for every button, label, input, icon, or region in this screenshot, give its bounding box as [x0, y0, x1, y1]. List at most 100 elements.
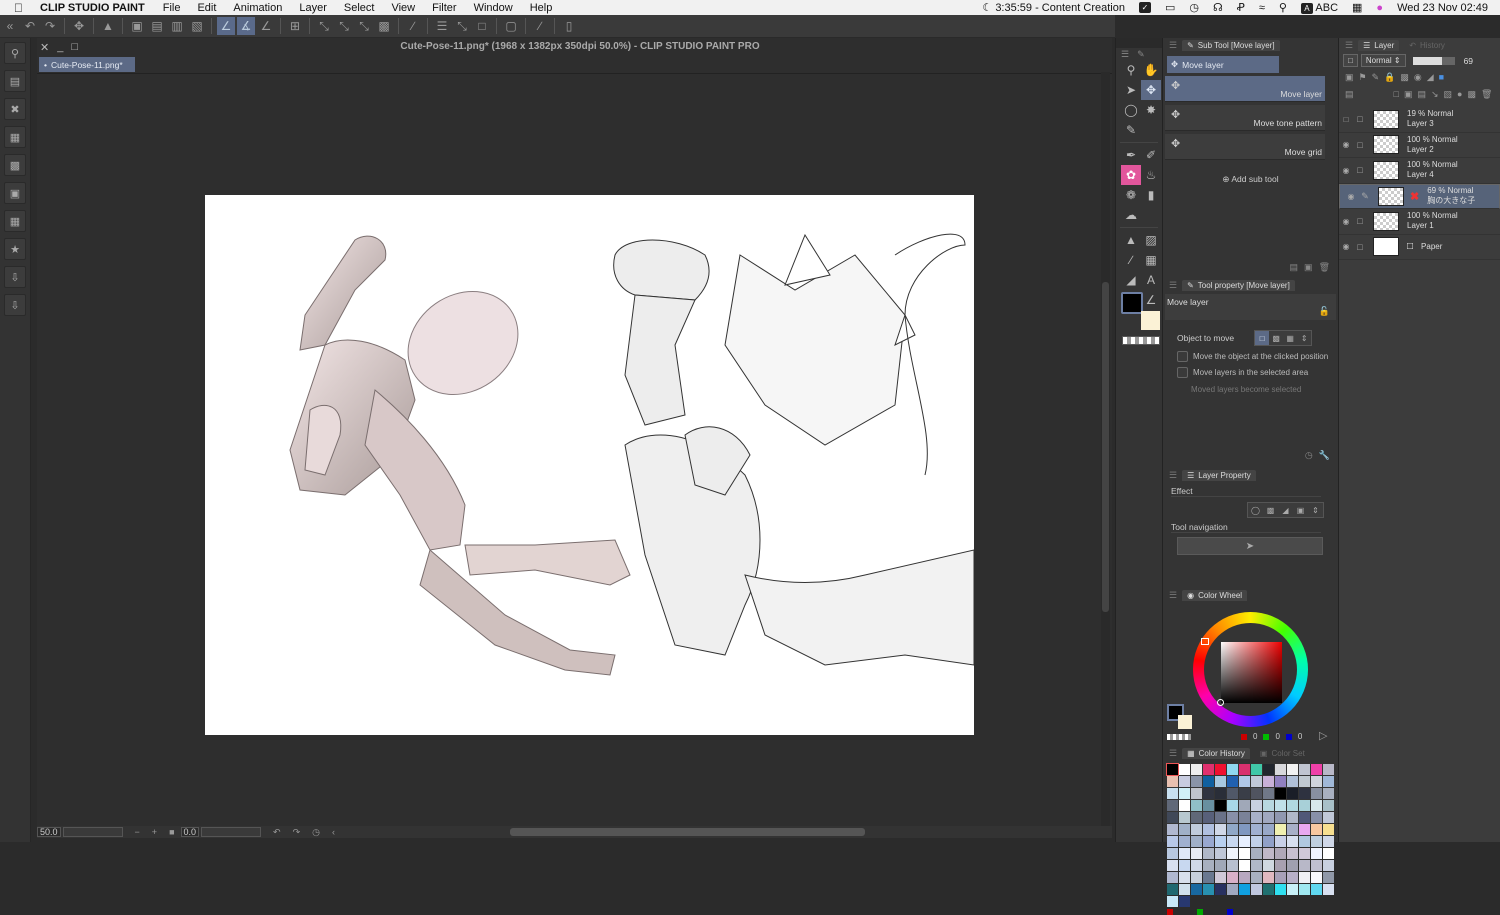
new-folder-icon[interactable]: ▤: [1417, 89, 1426, 100]
bluetooth-icon[interactable]: Ꝓ: [1237, 1, 1245, 14]
color-history-swatch[interactable]: [1263, 872, 1274, 883]
color-history-swatch[interactable]: [1203, 788, 1214, 799]
layer-row[interactable]: ◉ □ 100 % Normal Layer 1: [1339, 209, 1500, 235]
reference-layer-icon[interactable]: ⚑: [1359, 72, 1367, 83]
color-history-swatch[interactable]: [1299, 800, 1310, 811]
menu-view[interactable]: View: [391, 2, 415, 14]
ruler-tool-icon[interactable]: ◢: [1121, 270, 1141, 290]
color-history-swatch[interactable]: [1203, 800, 1214, 811]
decoration-tool-icon[interactable]: ❁: [1121, 185, 1141, 205]
saturation-value-square[interactable]: [1221, 642, 1282, 703]
color-history-swatch[interactable]: [1215, 848, 1226, 859]
color-history-swatch[interactable]: [1287, 788, 1298, 799]
history-tab[interactable]: ↶ History: [1404, 40, 1450, 51]
color-history-swatch[interactable]: [1215, 824, 1226, 835]
color-history-swatch[interactable]: [1263, 800, 1274, 811]
color-history-swatch[interactable]: [1311, 764, 1322, 775]
color-history-swatch[interactable]: [1311, 788, 1322, 799]
material-download-2-icon[interactable]: ⇩: [4, 294, 26, 316]
app-name-menu[interactable]: CLIP STUDIO PAINT: [40, 2, 145, 14]
color-history-swatch[interactable]: [1179, 788, 1190, 799]
brush-tool-icon[interactable]: ✿: [1121, 165, 1141, 185]
color-history-swatch[interactable]: [1323, 824, 1334, 835]
menu-icon[interactable]: ☰: [1169, 280, 1177, 291]
color-history-swatch[interactable]: [1299, 860, 1310, 871]
color-history-swatch[interactable]: [1227, 884, 1238, 895]
layer-color-select[interactable]: □: [1343, 54, 1358, 67]
layer-row[interactable]: ◉ □ 100 % Normal Layer 2: [1339, 133, 1500, 158]
color-history-swatch[interactable]: [1263, 860, 1274, 871]
color-history-swatch[interactable]: [1311, 776, 1322, 787]
color-history-swatch[interactable]: [1311, 848, 1322, 859]
material-grid-icon[interactable]: ▦: [4, 126, 26, 148]
color-history-tab[interactable]: ▦ Color History: [1182, 747, 1250, 759]
color-history-swatch[interactable]: [1215, 776, 1226, 787]
subtool-tab[interactable]: ✎ Sub Tool [Move layer]: [1182, 39, 1280, 51]
fill-icon[interactable]: ▲: [99, 17, 117, 35]
color-history-swatch[interactable]: [1227, 872, 1238, 883]
export-icon[interactable]: ▥: [168, 17, 186, 35]
menu-icon[interactable]: ☰: [1169, 748, 1177, 759]
color-history-swatch[interactable]: [1179, 848, 1190, 859]
document-tab[interactable]: • Cute-Pose-11.png*: [39, 57, 135, 72]
color-history-swatch[interactable]: [1299, 776, 1310, 787]
color-history-swatch[interactable]: [1323, 812, 1334, 823]
color-history-swatch[interactable]: [1215, 872, 1226, 883]
canvas-size-icon[interactable]: ▢: [502, 17, 520, 35]
color-history-swatch[interactable]: [1263, 884, 1274, 895]
rotation-slider[interactable]: [201, 827, 262, 837]
eraser-tool-icon[interactable]: ▮: [1141, 185, 1161, 205]
selection-clear-icon[interactable]: ⤡: [315, 17, 333, 35]
color-history-swatch[interactable]: [1239, 800, 1250, 811]
lock-toggle-icon[interactable]: □: [1353, 165, 1367, 175]
apply-mask-icon[interactable]: ▩: [1467, 89, 1476, 100]
menu-animation[interactable]: Animation: [233, 2, 282, 14]
zoom-in-button[interactable]: +: [152, 827, 157, 837]
snap-special-ruler-icon[interactable]: ∡: [237, 17, 255, 35]
stepper-icon[interactable]: ⇕: [1308, 503, 1323, 517]
color-history-swatch[interactable]: [1191, 884, 1202, 895]
color-history-swatch[interactable]: [1191, 812, 1202, 823]
color-history-swatch[interactable]: [1251, 848, 1262, 859]
material-tone-icon[interactable]: ▦: [4, 210, 26, 232]
tone-object-icon[interactable]: ▩: [1269, 331, 1283, 345]
color-history-swatch[interactable]: [1203, 764, 1214, 775]
color-history-swatch[interactable]: [1287, 848, 1298, 859]
layer-color-icon[interactable]: ■: [1439, 72, 1444, 83]
material-close-icon[interactable]: ✖: [4, 98, 26, 120]
operation-tool-icon[interactable]: ➤: [1121, 80, 1141, 100]
color-history-swatch[interactable]: [1227, 848, 1238, 859]
effect-selector[interactable]: ◯ ▩ ◢ ▣ ⇕: [1247, 502, 1324, 518]
subtool-item[interactable]: ✥ Move grid: [1165, 134, 1325, 160]
color-history-swatch[interactable]: [1323, 872, 1334, 883]
color-history-swatch[interactable]: [1191, 788, 1202, 799]
color-mode-icon[interactable]: ▷: [1319, 729, 1327, 742]
pen-tool-icon[interactable]: ✒: [1121, 145, 1141, 165]
tone-effect-icon[interactable]: ▩: [1263, 503, 1278, 517]
color-history-swatch[interactable]: [1215, 800, 1226, 811]
color-history-swatch[interactable]: [1251, 884, 1262, 895]
visibility-eye-icon[interactable]: ◉: [1339, 217, 1353, 226]
material-3d-icon[interactable]: ▣: [4, 182, 26, 204]
visibility-eye-icon[interactable]: ◉: [1339, 166, 1353, 175]
trash-icon[interactable]: 🗑: [1319, 262, 1330, 273]
color-history-swatch[interactable]: [1251, 860, 1262, 871]
subtool-item[interactable]: ✥ Move tone pattern: [1165, 105, 1325, 131]
color-history-swatch[interactable]: [1227, 812, 1238, 823]
layer-row[interactable]: ◉ ✎ ✖ 69 % Normal 胸の大きな子: [1339, 183, 1500, 209]
zoom-tool-icon[interactable]: ⚲: [1121, 60, 1141, 80]
move-layers-selected-area-checkbox[interactable]: Move layers in the selected area: [1177, 367, 1338, 378]
opacity-slider[interactable]: [1412, 56, 1455, 65]
ruler-pen-icon[interactable]: ∕: [531, 17, 549, 35]
color-history-swatch[interactable]: [1239, 824, 1250, 835]
lock-toggle-icon[interactable]: □: [1353, 216, 1367, 226]
layer-row[interactable]: ◉ □ □ Paper: [1339, 235, 1500, 260]
snap-grid-icon[interactable]: ∠: [257, 17, 275, 35]
draft-layer-icon[interactable]: ✎: [1372, 72, 1380, 83]
color-history-swatch[interactable]: [1179, 896, 1190, 907]
color-history-swatch[interactable]: [1311, 812, 1322, 823]
color-history-swatch[interactable]: [1239, 872, 1250, 883]
subtool-group[interactable]: ✥ Move layer: [1167, 56, 1279, 73]
color-history-swatch[interactable]: [1287, 800, 1298, 811]
lasso-tool-icon[interactable]: ◯: [1121, 100, 1141, 120]
